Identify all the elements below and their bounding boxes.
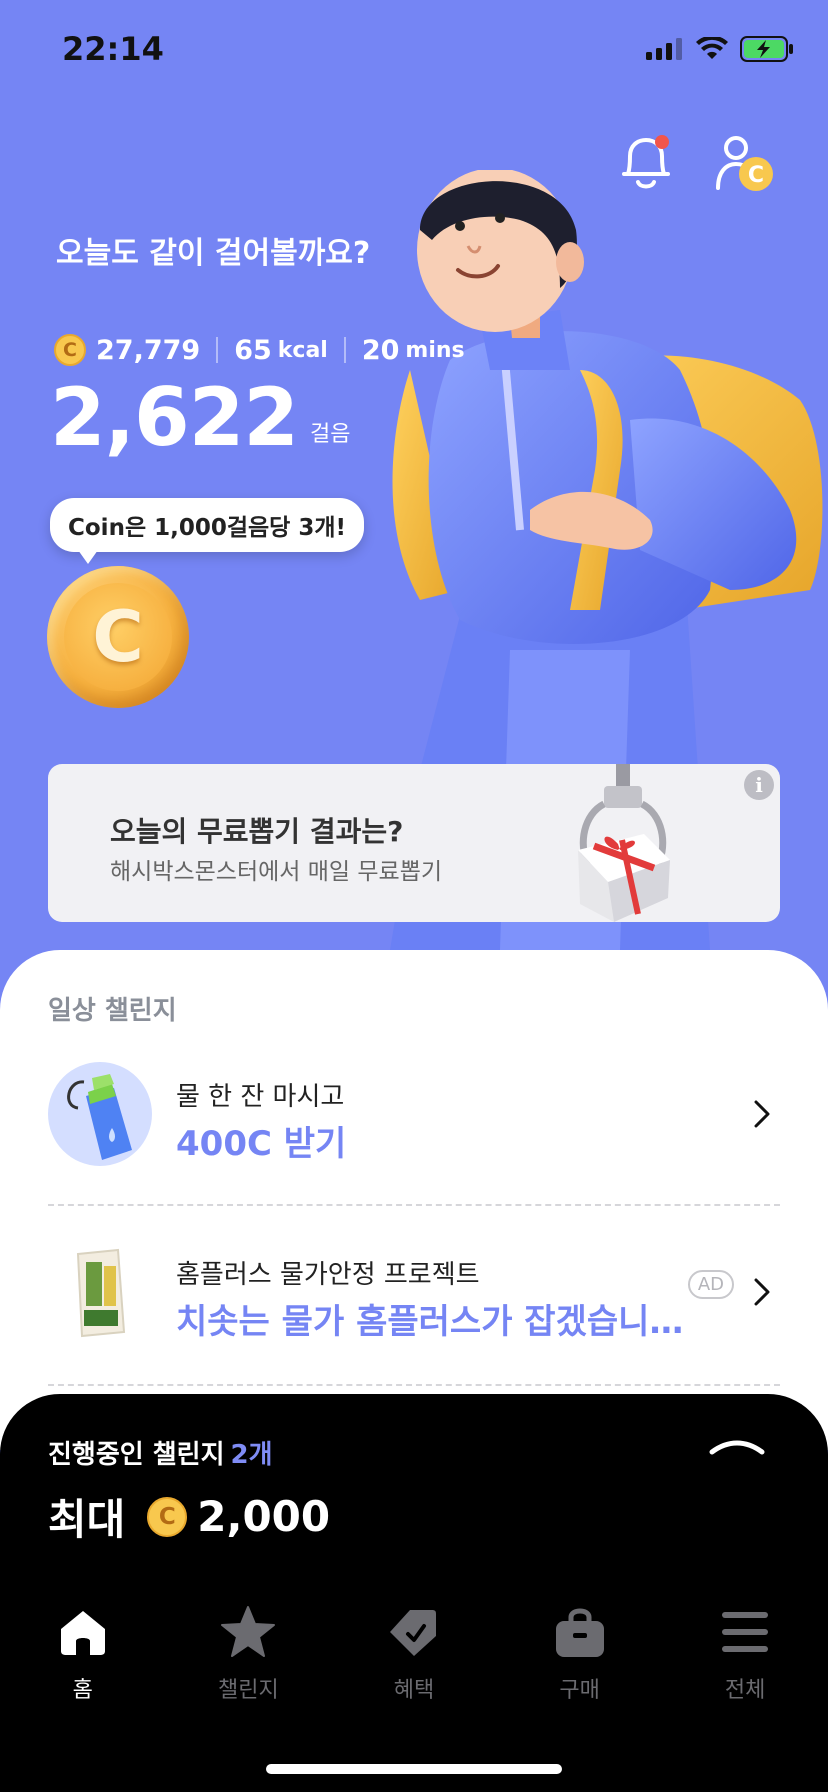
tab-benefit[interactable]: 혜택 bbox=[331, 1604, 497, 1724]
shopping-bag-icon bbox=[552, 1604, 608, 1660]
chevron-right-icon bbox=[754, 1100, 770, 1128]
signal-icon bbox=[646, 38, 682, 60]
ad-badge: AD bbox=[687, 1270, 734, 1299]
ongoing-challenges-panel[interactable]: 진행중인 챌린지 2개 최대 C 2,000 bbox=[0, 1394, 828, 1792]
challenge-title: 물 한 잔 마시고 bbox=[176, 1082, 345, 1112]
tab-home[interactable]: 홈 bbox=[0, 1604, 166, 1724]
row-divider bbox=[48, 1384, 780, 1386]
coin-icon: C bbox=[54, 334, 86, 366]
calories-unit: kcal bbox=[277, 337, 328, 363]
tag-icon bbox=[386, 1604, 442, 1660]
challenge-reward: 치솟는 물가 홈플러스가 잡겠습니… bbox=[176, 1302, 684, 1342]
status-icons bbox=[646, 36, 794, 62]
step-unit: 걸음 bbox=[310, 422, 351, 447]
max-reward: 최대 C 2,000 bbox=[48, 1486, 330, 1547]
bottom-tab-bar: 홈 챌린지 혜택 구매 전체 bbox=[0, 1604, 828, 1724]
coin-balance: 27,779 bbox=[96, 334, 201, 366]
water-bottle-icon bbox=[48, 1062, 152, 1166]
battery-charging-icon bbox=[740, 36, 793, 62]
info-icon[interactable]: i bbox=[744, 770, 774, 800]
tab-challenge[interactable]: 챌린지 bbox=[166, 1604, 332, 1724]
coin-icon: C bbox=[147, 1496, 188, 1537]
challenge-title: 홈플러스 물가안정 프로젝트 bbox=[176, 1260, 480, 1290]
stats-divider bbox=[216, 337, 219, 363]
claw-gift-icon bbox=[578, 764, 670, 922]
chevron-right-icon bbox=[754, 1278, 770, 1306]
coin-icon: C bbox=[64, 583, 172, 691]
daily-challenge-sheet: 일상 챌린지 물 한 잔 마시고 400C 받기 홈플러스 물가안정 프로젝트 … bbox=[0, 950, 828, 1450]
minutes-value: 20 bbox=[361, 334, 400, 366]
greeting-text: 오늘도 같이 걸어볼까요? bbox=[56, 236, 371, 271]
step-counter: 2,622 걸음 bbox=[50, 378, 351, 458]
tab-all[interactable]: 전체 bbox=[662, 1604, 828, 1724]
ongoing-count: 2개 bbox=[230, 1440, 273, 1470]
status-time: 22:14 bbox=[62, 30, 164, 68]
section-title: 일상 챌린지 bbox=[48, 996, 177, 1026]
max-label: 최대 bbox=[48, 1495, 126, 1544]
minutes-unit: mins bbox=[405, 337, 465, 363]
star-icon bbox=[220, 1604, 276, 1660]
challenge-item-water[interactable]: 물 한 잔 마시고 400C 받기 bbox=[48, 1062, 780, 1192]
activity-stats: C 27,779 65 kcal 20 mins bbox=[54, 334, 465, 366]
menu-icon bbox=[717, 1604, 773, 1660]
banner-title: 오늘의 무료뽑기 결과는? bbox=[110, 815, 404, 848]
coin-rate-tooltip: Coin은 1,000걸음당 3개! bbox=[50, 498, 364, 564]
ongoing-label: 진행중인 챌린지 2개 bbox=[48, 1440, 273, 1470]
stats-divider bbox=[343, 337, 346, 363]
banner-subtitle: 해시박스몬스터에서 매일 무료뽑기 bbox=[110, 859, 443, 885]
challenge-reward: 400C 받기 bbox=[176, 1124, 347, 1164]
tab-purchase[interactable]: 구매 bbox=[497, 1604, 663, 1724]
row-divider bbox=[48, 1204, 780, 1206]
chevron-up-icon[interactable] bbox=[708, 1436, 766, 1456]
free-draw-banner[interactable]: 오늘의 무료뽑기 결과는? 해시박스몬스터에서 매일 무료뽑기 i bbox=[48, 764, 780, 922]
wifi-icon bbox=[696, 37, 728, 59]
rice-bag-icon bbox=[48, 1240, 152, 1344]
step-count: 2,622 bbox=[50, 371, 299, 464]
collect-coin-button[interactable]: C bbox=[47, 566, 189, 708]
home-icon bbox=[55, 1604, 111, 1660]
max-value: 2,000 bbox=[197, 1492, 331, 1541]
calories-value: 65 bbox=[234, 334, 272, 366]
status-bar: 22:14 bbox=[0, 0, 828, 100]
challenge-item-ad[interactable]: 홈플러스 물가안정 프로젝트 치솟는 물가 홈플러스가 잡겠습니… AD bbox=[48, 1240, 780, 1370]
home-indicator bbox=[266, 1764, 562, 1774]
